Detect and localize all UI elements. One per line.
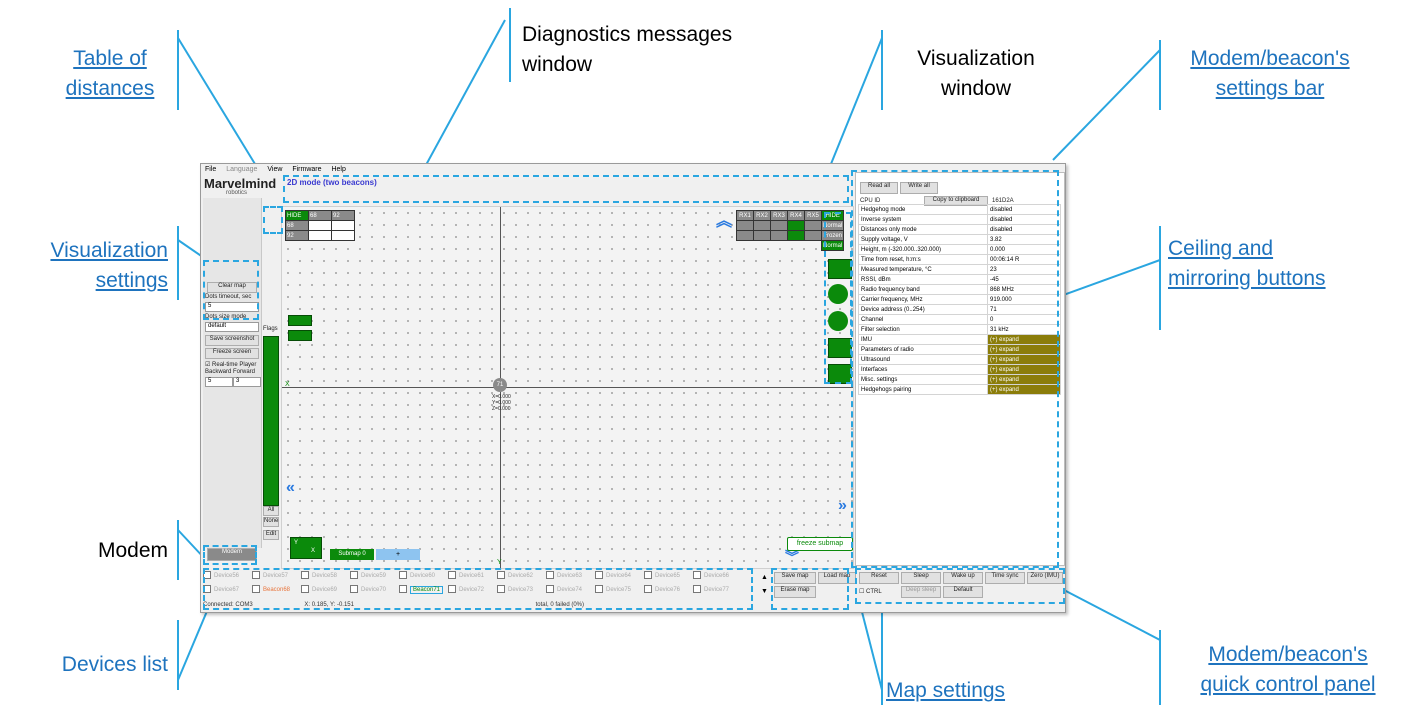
highlight-visualization-settings (203, 260, 259, 320)
chevron-left-icon[interactable]: « (286, 479, 295, 497)
menu-firmware[interactable]: Firmware (292, 166, 321, 173)
scroll-up-icon[interactable]: ▲ (761, 574, 768, 581)
rx2-header: RX2 (753, 210, 771, 221)
dist-cell (331, 230, 355, 241)
dist-header-68: 68 (308, 210, 332, 221)
visualization-window[interactable]: X Y 71 X=0.000 Y=0.000 Z=0.000 ︽ « » ︾ f… (281, 206, 854, 569)
menu-bar: File Language View Firmware Help (201, 164, 851, 175)
callout-quick-control[interactable]: Modem/beacon's quick control panel (1170, 640, 1406, 700)
y-axis-label: Y (497, 559, 502, 566)
callout-modem: Modem (97, 539, 168, 562)
callout-table-of-distances[interactable]: Table of distances (50, 44, 170, 104)
rx-cell (770, 220, 788, 231)
green-tag-1[interactable] (288, 315, 312, 326)
axis-box-y: Y (294, 540, 299, 546)
dist-cell (308, 230, 332, 241)
freeze-screen-button[interactable]: Freeze screen (205, 348, 259, 359)
highlight-quick-control (855, 568, 1065, 604)
dist-hide-cell[interactable]: HIDE (285, 210, 309, 221)
rx4-header: RX4 (787, 210, 805, 221)
flags-label: Flags (263, 326, 278, 332)
backward-input[interactable]: 5 (205, 377, 233, 387)
forward-label: Forward (233, 369, 256, 375)
x-axis-label: X (285, 381, 290, 388)
rx-cell (736, 220, 754, 231)
highlight-map-settings (771, 568, 849, 610)
highlight-diagnostics (283, 175, 849, 203)
rx-cell (787, 230, 805, 241)
add-submap-button[interactable]: + (376, 549, 420, 560)
scroll-down-icon[interactable]: ▼ (761, 588, 768, 595)
dist-cell (331, 220, 355, 231)
rx-spacer (737, 241, 822, 251)
forward-input[interactable]: 3 (233, 377, 261, 387)
flags-column[interactable] (263, 336, 279, 506)
rx-cell (736, 230, 754, 241)
logo-text: Marvelmind (204, 176, 277, 191)
menu-view[interactable]: View (267, 166, 282, 173)
highlight-ceiling-mirroring (824, 212, 852, 384)
backward-label: Backward (205, 369, 232, 375)
rx-cell (804, 220, 822, 231)
dist-row-92: 92 (285, 230, 309, 241)
rx-cell (787, 220, 805, 231)
callout-visualization-settings[interactable]: Visualization settings (2, 236, 168, 296)
rx-cell (804, 230, 822, 241)
highlight-modem (203, 545, 257, 565)
none-button[interactable]: None (263, 517, 279, 527)
axis-box: Y X (290, 537, 322, 559)
rx5-header: RX5 (804, 210, 822, 221)
dist-cell (308, 220, 332, 231)
beacon-marker[interactable]: 71 (493, 378, 507, 392)
realtime-player-label: Real-time Player (212, 362, 257, 368)
all-button[interactable]: All (263, 506, 279, 516)
rx-cell (753, 220, 771, 231)
realtime-player-check[interactable]: ☑ Real-time Player (205, 361, 256, 368)
green-tag-2[interactable] (288, 330, 312, 341)
save-screenshot-button[interactable]: Save screenshot (205, 335, 259, 346)
callout-settings-bar[interactable]: Modem/beacon's settings bar (1170, 44, 1370, 104)
callout-diagnostics: Diagnostics messages window (522, 23, 733, 76)
rx3-header: RX3 (770, 210, 788, 221)
chevron-up-icon[interactable]: ︽ (716, 207, 732, 231)
axis-box-x: X (311, 548, 316, 554)
callout-visualization-window: Visualization window (917, 47, 1035, 100)
highlight-devices-list (203, 568, 753, 610)
logo: Marvelmind robotics (204, 176, 277, 196)
highlight-settings-bar (851, 170, 1059, 568)
freeze-submap-button[interactable]: freeze submap (787, 537, 853, 551)
dist-header-92: 92 (331, 210, 355, 221)
menu-language[interactable]: Language (226, 166, 257, 173)
rx-cell (770, 230, 788, 241)
callout-devices-list: Devices list (61, 653, 168, 676)
menu-file[interactable]: File (205, 166, 216, 173)
distance-table: HIDE 68 92 68 92 (285, 210, 355, 241)
x-axis-line (282, 387, 853, 388)
dots-size-select[interactable]: default (205, 322, 259, 332)
callout-map-settings[interactable]: Map settings (886, 676, 1076, 706)
edit-button[interactable]: Edit (263, 530, 279, 540)
rx-cell (753, 230, 771, 241)
rx1-header: RX1 (736, 210, 754, 221)
menu-help[interactable]: Help (331, 166, 345, 173)
logo-sub: robotics (226, 190, 248, 196)
callout-ceiling-mirroring[interactable]: Ceiling and mirroring buttons (1168, 234, 1388, 294)
visualization-settings-panel: Clear map Dots timeout, sec 5 Dots size … (203, 198, 262, 561)
beacon-coords: X=0.000 Y=0.000 Z=0.000 (492, 394, 511, 412)
chevron-right-icon[interactable]: » (838, 497, 847, 515)
dist-row-68: 68 (285, 220, 309, 231)
highlight-table-of-distances (263, 206, 283, 234)
submap-button[interactable]: Submap 0 (330, 549, 374, 560)
